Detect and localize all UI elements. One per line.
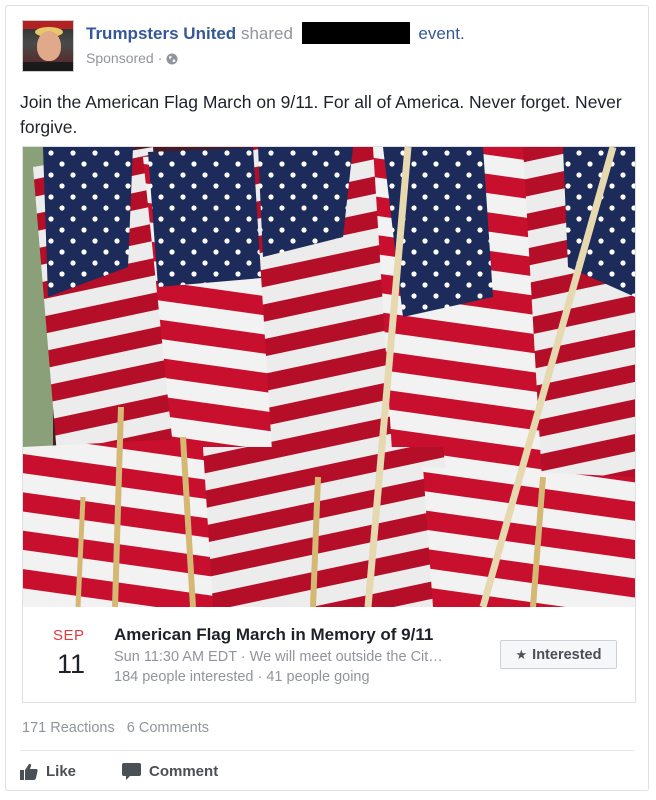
reactions-count[interactable]: 171 Reactions bbox=[22, 720, 115, 736]
event-day: 11 bbox=[57, 649, 86, 679]
sponsored-event-post: Trumpsters United shared event. Sponsore… bbox=[5, 5, 649, 791]
globe-icon[interactable] bbox=[166, 52, 178, 65]
comment-bubble-icon bbox=[122, 762, 142, 780]
interested-label: Interested bbox=[532, 646, 602, 663]
separator-dot: · bbox=[157, 50, 163, 66]
redaction-box bbox=[301, 22, 410, 44]
event-details: SEP 11 American Flag March in Memory of … bbox=[23, 607, 635, 702]
page-avatar[interactable] bbox=[22, 20, 74, 72]
engagement-summary: 171 Reactions 6 Comments bbox=[22, 720, 209, 736]
sponsored-label[interactable]: Sponsored bbox=[86, 50, 154, 66]
comments-count[interactable]: 6 Comments bbox=[127, 720, 209, 736]
event-attendance[interactable]: 184 people interested · 41 people going bbox=[114, 669, 370, 685]
star-icon: ★ bbox=[515, 646, 528, 662]
like-label: Like bbox=[46, 762, 77, 780]
post-header: Trumpsters United shared event. bbox=[86, 22, 465, 44]
event-time-location: Sun 11:30 AM EDT · We will meet outside … bbox=[114, 649, 443, 665]
comment-button[interactable]: Comment bbox=[122, 762, 219, 780]
event-link[interactable]: event. bbox=[418, 24, 464, 43]
post-actions: Like Comment bbox=[20, 758, 218, 784]
comment-label: Comment bbox=[149, 762, 219, 780]
interested-button[interactable]: ★ Interested bbox=[500, 640, 617, 669]
thumbs-up-icon bbox=[20, 763, 38, 780]
event-month: SEP bbox=[53, 627, 85, 644]
page-name-link[interactable]: Trumpsters United bbox=[86, 24, 236, 43]
event-cover-photo[interactable] bbox=[23, 147, 635, 607]
divider bbox=[20, 750, 634, 751]
like-button[interactable]: Like bbox=[20, 763, 76, 780]
post-body-text: Join the American Flag March on 9/11. Fo… bbox=[20, 92, 622, 137]
sponsored-line: Sponsored · bbox=[86, 50, 178, 66]
event-attachment[interactable]: SEP 11 American Flag March in Memory of … bbox=[22, 146, 636, 703]
event-title[interactable]: American Flag March in Memory of 9/11 bbox=[114, 625, 433, 645]
shared-text: shared bbox=[240, 24, 293, 43]
